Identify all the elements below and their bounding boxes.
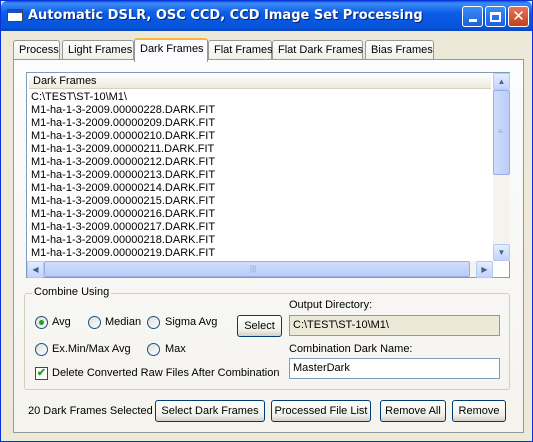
dark-frames-panel: Dark Frames C:\TEST\ST-10\M1\ M1-ha-1-3-2… <box>13 59 524 433</box>
radio-max[interactable] <box>147 343 160 356</box>
list-item[interactable]: M1-ha-1-3-2009.00000228.DARK.FIT <box>31 104 489 117</box>
output-directory-field[interactable]: C:\TEST\ST-10\M1\ <box>289 315 500 336</box>
vertical-scrollbar[interactable]: ▲ ≡ ▼ <box>493 73 510 261</box>
radio-sigma-avg-label[interactable]: Sigma Avg <box>165 316 217 328</box>
horizontal-scrollbar[interactable]: ◀ ||| ▶ <box>27 261 493 278</box>
list-item[interactable]: M1-ha-1-3-2009.00000214.DARK.FIT <box>31 182 489 195</box>
scroll-down-icon[interactable]: ▼ <box>493 244 510 261</box>
processed-file-list-button[interactable]: Processed File List <box>271 400 371 422</box>
list-item[interactable]: C:\TEST\ST-10\M1\ <box>31 91 489 104</box>
list-item[interactable]: M1-ha-1-3-2009.00000212.DARK.FIT <box>31 156 489 169</box>
tab-flat-dark-frames[interactable]: Flat Dark Frames <box>272 40 363 60</box>
list-column-header[interactable]: Dark Frames <box>29 74 491 89</box>
list-item[interactable]: M1-ha-1-3-2009.00000210.DARK.FIT <box>31 130 489 143</box>
list-items: C:\TEST\ST-10\M1\ M1-ha-1-3-2009.00000228… <box>31 91 489 261</box>
delete-converted-checkbox[interactable]: ✔ <box>35 367 48 380</box>
tab-dark-frames[interactable]: Dark Frames <box>134 38 208 62</box>
app-icon <box>7 9 23 22</box>
tab-process[interactable]: Process <box>13 40 60 60</box>
horizontal-scroll-thumb[interactable]: ||| <box>44 261 470 277</box>
delete-converted-label[interactable]: Delete Converted Raw Files After Combina… <box>52 367 279 379</box>
list-item[interactable]: M1-ha-1-3-2009.00000211.DARK.FIT <box>31 143 489 156</box>
radio-avg-label[interactable]: Avg <box>52 316 71 328</box>
list-item[interactable]: M1-ha-1-3-2009.00000209.DARK.FIT <box>31 117 489 130</box>
title-bar[interactable]: Automatic DSLR, OSC CCD, CCD Image Set P… <box>1 1 532 31</box>
list-item[interactable]: M1-ha-1-3-2009.00000216.DARK.FIT <box>31 208 489 221</box>
list-item[interactable]: M1-ha-1-3-2009.00000218.DARK.FIT <box>31 234 489 247</box>
close-button[interactable]: ✕ <box>508 6 529 27</box>
output-directory-label: Output Directory: <box>289 299 373 311</box>
list-item[interactable]: M1-ha-1-3-2009.00000217.DARK.FIT <box>31 221 489 234</box>
app-window: Automatic DSLR, OSC CCD, CCD Image Set P… <box>0 0 533 442</box>
select-dark-frames-button[interactable]: Select Dark Frames <box>155 400 265 422</box>
radio-median-label[interactable]: Median <box>105 316 141 328</box>
scroll-left-icon[interactable]: ◀ <box>27 261 44 278</box>
radio-max-label[interactable]: Max <box>165 343 186 355</box>
scroll-up-icon[interactable]: ▲ <box>493 73 510 90</box>
list-item[interactable]: M1-ha-1-3-2009.00000215.DARK.FIT <box>31 195 489 208</box>
list-item[interactable]: M1-ha-1-3-2009.00000213.DARK.FIT <box>31 169 489 182</box>
combination-name-label: Combination Dark Name: <box>289 343 413 355</box>
combination-name-input[interactable]: MasterDark <box>289 358 500 379</box>
radio-ex-minmax-avg[interactable] <box>35 343 48 356</box>
window-title: Automatic DSLR, OSC CCD, CCD Image Set P… <box>28 8 423 23</box>
dark-frames-list[interactable]: Dark Frames C:\TEST\ST-10\M1\ M1-ha-1-3-2… <box>26 72 510 278</box>
scroll-right-icon[interactable]: ▶ <box>476 261 493 278</box>
remove-all-button[interactable]: Remove All <box>380 400 446 422</box>
remove-button[interactable]: Remove <box>452 400 506 422</box>
radio-median[interactable] <box>88 316 101 329</box>
radio-avg[interactable] <box>35 316 48 329</box>
tab-flat-frames[interactable]: Flat Frames <box>208 40 273 60</box>
frames-selected-status: 20 Dark Frames Selected <box>28 405 153 417</box>
radio-sigma-avg[interactable] <box>147 316 160 329</box>
close-icon: ✕ <box>512 7 525 25</box>
minimize-button[interactable] <box>462 6 483 27</box>
combine-using-label: Combine Using <box>32 286 112 298</box>
combine-using-group: Combine Using Avg Median Sigma Avg Selec… <box>24 286 510 390</box>
vertical-scroll-thumb[interactable]: ≡ <box>493 90 510 175</box>
tab-bias-frames[interactable]: Bias Frames <box>365 40 434 60</box>
tab-light-frames[interactable]: Light Frames <box>62 40 134 60</box>
maximize-button[interactable] <box>485 6 506 27</box>
list-item[interactable]: M1-ha-1-3-2009.00000219.DARK.FIT <box>31 247 489 260</box>
radio-ex-minmax-avg-label[interactable]: Ex.Min/Max Avg <box>52 343 131 355</box>
select-combine-button[interactable]: Select <box>237 315 282 337</box>
minimize-icon <box>468 19 477 22</box>
maximize-icon <box>490 11 501 22</box>
